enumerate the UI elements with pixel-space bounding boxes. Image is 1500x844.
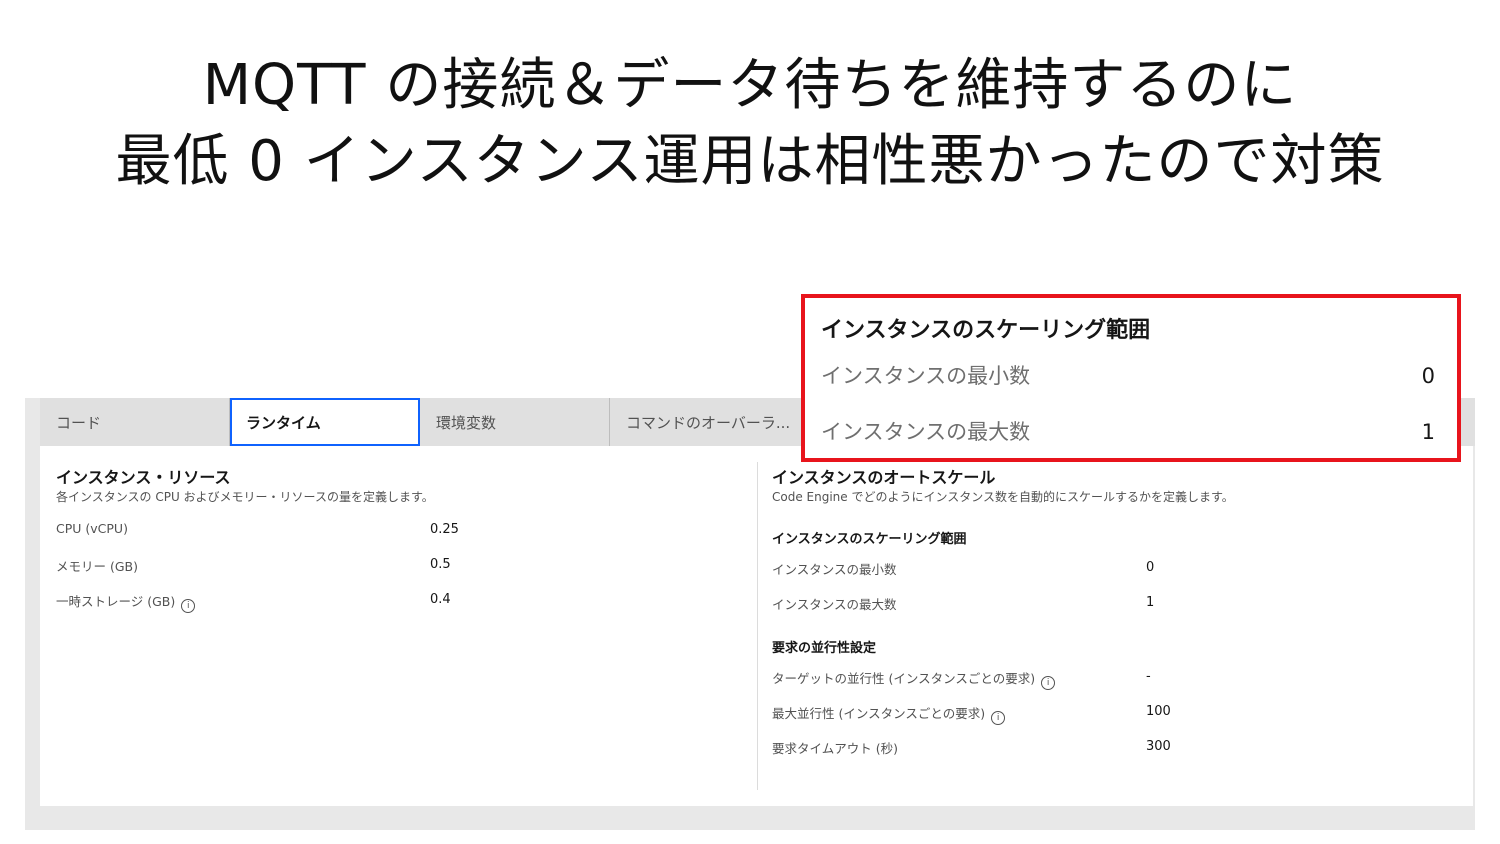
max-instances-label: インスタンスの最大数: [772, 597, 897, 612]
ephemeral-storage-row: 一時ストレージ (GB) i: [56, 591, 196, 613]
min-instances-label: インスタンスの最小数: [772, 562, 897, 577]
max-concurrency-label: 最大並行性 (インスタンスごとの要求): [772, 706, 986, 721]
cpu-value: 0.25: [430, 522, 459, 537]
info-icon[interactable]: i: [181, 599, 196, 613]
column-divider: [757, 462, 758, 790]
slide-title-line-1: MQTT の接続＆データ待ちを維持するのに: [202, 53, 1298, 118]
target-concurrency-label: ターゲットの並行性 (インスタンスごとの要求): [772, 671, 1036, 686]
resources-description: 各インスタンスの CPU およびメモリー・リソースの量を定義します。: [56, 490, 434, 504]
memory-label: メモリー (GB): [56, 559, 138, 574]
cpu-label: CPU (vCPU): [56, 521, 128, 536]
min-instances-value: 0: [1146, 560, 1155, 575]
callout-min-instances-label: インスタンスの最小数: [821, 364, 1031, 388]
runtime-settings-panel: コード ランタイム 環境変数 コマンドのオーバーラ... インスタンス・リソース…: [25, 398, 1475, 830]
scaling-range-callout: インスタンスのスケーリング範囲 インスタンスの最小数 0 インスタンスの最大数 …: [801, 294, 1461, 462]
slide-title-line-2: 最低 0 インスタンス運用は相性悪かったので対策: [115, 129, 1385, 194]
slide-title: MQTT の接続＆データ待ちを維持するのに 最低 0 インスタンス運用は相性悪か…: [0, 48, 1500, 200]
runtime-content: インスタンス・リソース 各インスタンスの CPU およびメモリー・リソースの量を…: [40, 446, 1473, 806]
callout-max-instances-label: インスタンスの最大数: [821, 420, 1031, 444]
request-timeout-label: 要求タイムアウト (秒): [772, 741, 898, 756]
callout-title: インスタンスのスケーリング範囲: [821, 318, 1151, 343]
callout-min-instances-value: 0: [1421, 364, 1435, 388]
max-concurrency-row: 最大並行性 (インスタンスごとの要求) i: [772, 703, 1006, 725]
info-icon[interactable]: i: [991, 711, 1006, 725]
resources-title: インスタンス・リソース: [56, 468, 231, 487]
tab-environment-variables[interactable]: 環境変数: [420, 398, 610, 446]
target-concurrency-value: -: [1146, 669, 1151, 684]
ephemeral-storage-value: 0.4: [430, 592, 451, 607]
memory-value: 0.5: [430, 557, 451, 572]
max-concurrency-value: 100: [1146, 704, 1171, 719]
target-concurrency-row: ターゲットの並行性 (インスタンスごとの要求) i: [772, 668, 1056, 690]
autoscale-description: Code Engine でどのようにインスタンス数を自動的にスケールするかを定義…: [772, 490, 1234, 504]
info-icon[interactable]: i: [1041, 676, 1056, 690]
request-timeout-value: 300: [1146, 739, 1171, 754]
tab-command-overrides[interactable]: コマンドのオーバーラ...: [610, 398, 800, 446]
concurrency-title: 要求の並行性設定: [772, 641, 877, 656]
scaling-range-title: インスタンスのスケーリング範囲: [772, 532, 967, 547]
tab-runtime[interactable]: ランタイム: [230, 398, 420, 446]
tab-code[interactable]: コード: [40, 398, 230, 446]
max-instances-value: 1: [1146, 595, 1155, 610]
ephemeral-storage-label: 一時ストレージ (GB): [56, 594, 176, 609]
callout-max-instances-value: 1: [1421, 420, 1435, 444]
autoscale-title: インスタンスのオートスケール: [772, 468, 996, 487]
